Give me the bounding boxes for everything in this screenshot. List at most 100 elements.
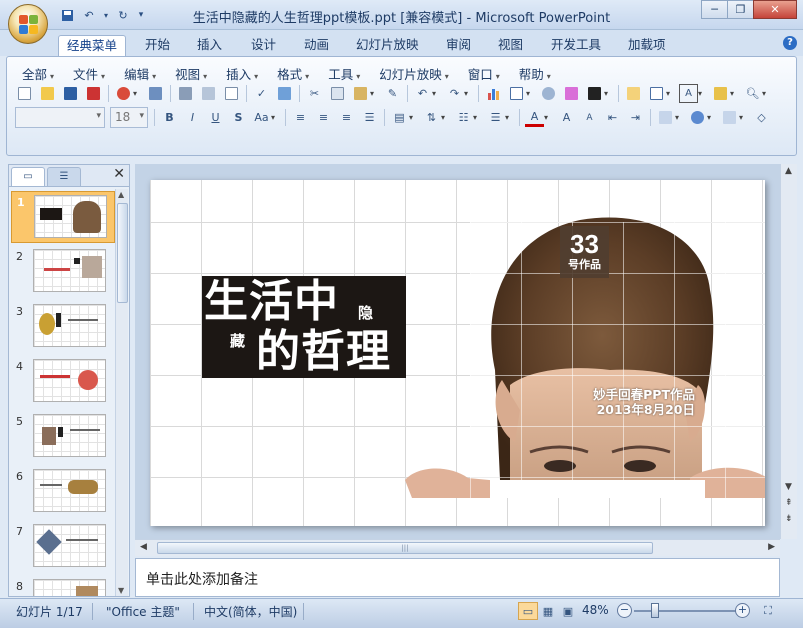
- redo-icon[interactable]: ↷: [445, 84, 464, 103]
- justify-icon[interactable]: ☰: [360, 108, 379, 127]
- picture-icon[interactable]: [562, 84, 581, 103]
- tab-developer[interactable]: 开发工具: [543, 35, 609, 56]
- find-icon[interactable]: 🔍︎: [743, 84, 762, 103]
- quick-styles-icon[interactable]: [720, 108, 739, 127]
- scroll-left-icon[interactable]: ◀: [140, 542, 147, 552]
- close-pane-icon[interactable]: ✕: [113, 166, 125, 182]
- arrange-icon[interactable]: [656, 108, 675, 127]
- theme-name[interactable]: "Office 主题": [106, 603, 180, 620]
- paste-icon[interactable]: [351, 84, 370, 103]
- research-icon[interactable]: [275, 84, 294, 103]
- menu-view[interactable]: 视图 ▾: [172, 64, 210, 83]
- shadow-icon[interactable]: S: [229, 108, 248, 127]
- font-size-combo[interactable]: 18: [110, 107, 148, 128]
- menu-edit[interactable]: 编辑 ▾: [121, 64, 159, 83]
- menu-help[interactable]: 帮助 ▾: [516, 64, 554, 83]
- slide-vertical-scrollbar[interactable]: ▲ ▼ ⇞ ⇟: [780, 164, 797, 539]
- thumbnail-scrollbar[interactable]: ▲ ▼: [115, 189, 128, 596]
- scroll-thumb[interactable]: [117, 203, 128, 303]
- slide-sorter-icon[interactable]: ▦: [538, 602, 558, 620]
- slideshow-view-icon[interactable]: ▣: [558, 602, 578, 620]
- scroll-right-icon[interactable]: ▶: [768, 542, 775, 552]
- clipart-icon[interactable]: [539, 84, 558, 103]
- current-slide[interactable]: 生活中 隐 藏 的哲理 33 号作品 妙手回春PPT作品 2013年8月20日: [150, 180, 765, 526]
- grow-font-icon[interactable]: A: [557, 108, 576, 127]
- menu-slideshow[interactable]: 幻灯片放映 ▾: [376, 64, 452, 83]
- menu-file[interactable]: 文件 ▾: [70, 64, 108, 83]
- table-icon[interactable]: [507, 84, 526, 103]
- zoom-level[interactable]: 48%: [582, 603, 609, 617]
- slide-thumbnail[interactable]: 6: [11, 466, 115, 518]
- scroll-down-icon[interactable]: ▼: [118, 586, 124, 595]
- tab-review[interactable]: 审阅: [438, 35, 479, 56]
- slide-thumbnail[interactable]: 2: [11, 246, 115, 298]
- align-center-icon[interactable]: ≡: [314, 108, 333, 127]
- fit-to-window-icon[interactable]: ⛶: [758, 602, 778, 620]
- tab-design[interactable]: 设计: [243, 35, 284, 56]
- slide-thumbnail[interactable]: 7: [11, 521, 115, 573]
- scroll-up-icon[interactable]: ▲: [785, 166, 792, 176]
- outline-tab-icon[interactable]: ☰: [47, 167, 81, 186]
- tab-insert[interactable]: 插入: [189, 35, 230, 56]
- change-case-icon[interactable]: Aa: [252, 108, 271, 127]
- scroll-down-icon[interactable]: ▼: [785, 482, 792, 492]
- zoom-slider-knob[interactable]: [651, 603, 659, 618]
- slide-thumbnail[interactable]: 5: [11, 411, 115, 463]
- tab-home[interactable]: 开始: [137, 35, 178, 56]
- spelling-icon[interactable]: ✓: [252, 84, 271, 103]
- numbering-icon[interactable]: ☷: [454, 108, 473, 127]
- text-direction-icon[interactable]: ⇅: [422, 108, 441, 127]
- shapes-icon[interactable]: [688, 108, 707, 127]
- help-icon[interactable]: ?: [783, 36, 797, 50]
- tab-slideshow[interactable]: 幻灯片放映: [348, 35, 427, 56]
- menu-insert[interactable]: 插入 ▾: [223, 64, 261, 83]
- tab-animation[interactable]: 动画: [296, 35, 337, 56]
- print-icon[interactable]: [176, 84, 195, 103]
- slide-thumbnail[interactable]: 3: [11, 301, 115, 353]
- format-painter-icon[interactable]: ✎: [383, 84, 402, 103]
- align-left-icon[interactable]: ≡: [291, 108, 310, 127]
- zoom-slider-track[interactable]: [634, 610, 738, 612]
- align-right-icon[interactable]: ≡: [337, 108, 356, 127]
- shrink-font-icon[interactable]: A: [580, 108, 599, 127]
- shape-fill-icon[interactable]: ◇: [752, 108, 771, 127]
- folder-icon[interactable]: [711, 84, 730, 103]
- font-color-icon[interactable]: A: [525, 108, 544, 127]
- previous-slide-icon[interactable]: ⇞: [785, 498, 793, 508]
- permission-icon[interactable]: [114, 84, 133, 103]
- underline-icon[interactable]: U: [206, 108, 225, 127]
- save-icon[interactable]: [61, 84, 80, 103]
- close-icon[interactable]: ✕: [753, 0, 797, 19]
- italic-icon[interactable]: I: [183, 108, 202, 127]
- chart-icon[interactable]: [484, 84, 503, 103]
- menu-tools[interactable]: 工具 ▾: [325, 64, 363, 83]
- office-button[interactable]: [8, 4, 48, 44]
- menu-format[interactable]: 格式 ▾: [274, 64, 312, 83]
- slides-tab-icon[interactable]: ▭: [11, 167, 45, 186]
- slide-thumbnail[interactable]: 1: [11, 191, 115, 243]
- font-name-combo[interactable]: [15, 107, 105, 128]
- zoom-out-icon[interactable]: −: [617, 603, 632, 618]
- zoom-in-icon[interactable]: +: [735, 603, 750, 618]
- language-indicator[interactable]: 中文(简体，中国): [204, 603, 297, 620]
- scroll-up-icon[interactable]: ▲: [118, 190, 124, 199]
- horizontal-scrollbar[interactable]: ◀ ||| ▶: [135, 539, 780, 556]
- menu-window[interactable]: 窗口 ▾: [465, 64, 503, 83]
- cut-icon[interactable]: ✂: [305, 84, 324, 103]
- copy-icon[interactable]: [328, 84, 347, 103]
- attach-icon[interactable]: [146, 84, 165, 103]
- next-slide-icon[interactable]: ⇟: [785, 514, 793, 524]
- decrease-indent-icon[interactable]: ⇤: [603, 108, 622, 127]
- normal-view-icon[interactable]: ▭: [518, 602, 538, 620]
- layout-icon[interactable]: [647, 84, 666, 103]
- textbox-icon[interactable]: A: [679, 84, 698, 103]
- quick-print-icon[interactable]: [222, 84, 241, 103]
- restore-icon[interactable]: ❐: [727, 0, 754, 19]
- color-scheme-icon[interactable]: [585, 84, 604, 103]
- new-slide-icon[interactable]: [624, 84, 643, 103]
- menu-all[interactable]: 全部 ▾: [19, 64, 57, 83]
- new-icon[interactable]: [15, 84, 34, 103]
- open-icon[interactable]: [38, 84, 57, 103]
- print-preview-icon[interactable]: [199, 84, 218, 103]
- undo-icon[interactable]: ↶: [413, 84, 432, 103]
